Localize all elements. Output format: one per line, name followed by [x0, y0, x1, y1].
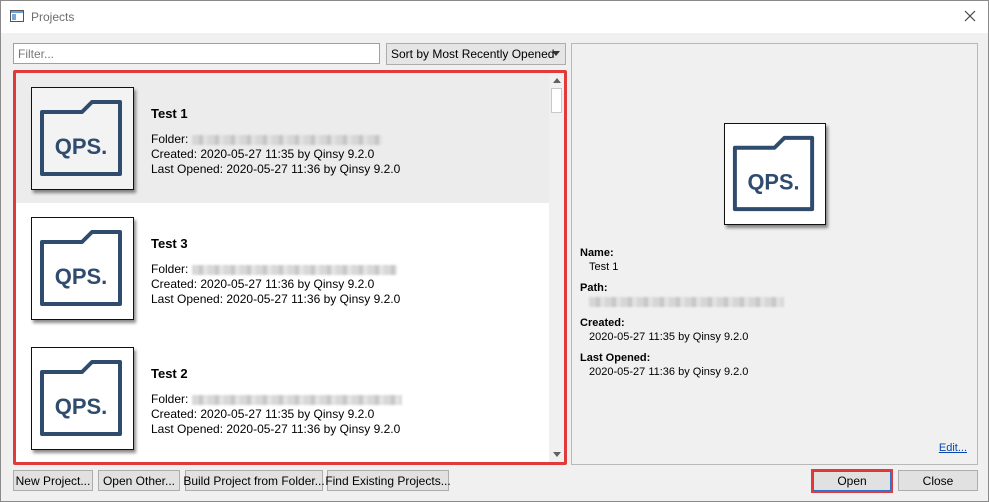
project-meta: Folder: Created: 2020-05-27 11:35 by Qin…	[151, 132, 400, 177]
arrow-down-icon	[552, 452, 561, 457]
open-button-label: Open	[813, 471, 891, 491]
last-opened-label: Last Opened:	[580, 352, 651, 364]
scrollbar-thumb[interactable]	[551, 88, 562, 113]
window-icon	[10, 10, 24, 22]
last-opened-text: Last Opened: 2020-05-27 11:36 by Qinsy 9…	[151, 292, 401, 306]
last-opened-text: Last Opened: 2020-05-27 11:36 by Qinsy 9…	[151, 162, 401, 176]
projects-dialog: Projects Sort by Most Recently Opened QP…	[0, 0, 989, 502]
qps-folder-icon: QPS.	[40, 230, 122, 306]
filter-input[interactable]	[13, 43, 380, 64]
path-value	[589, 296, 784, 308]
svg-text:QPS.: QPS.	[55, 134, 108, 159]
project-name: Test 1	[151, 106, 188, 121]
folder-label: Folder:	[151, 392, 189, 406]
project-meta: Folder: Created: 2020-05-27 11:35 by Qin…	[151, 392, 402, 437]
project-item[interactable]: QPS. Test 3 Folder: Created: 2020-05-27 …	[16, 203, 552, 333]
open-button[interactable]: Open	[811, 469, 893, 493]
sort-dropdown-label: Sort by Most Recently Opened	[391, 47, 555, 61]
close-button[interactable]: Close	[898, 470, 978, 491]
vertical-scrollbar[interactable]	[549, 73, 564, 462]
qps-folder-icon: QPS.	[40, 100, 122, 176]
created-text: Created: 2020-05-27 11:35 by Qinsy 9.2.0	[151, 147, 375, 161]
details-thumbnail: QPS.	[724, 123, 826, 225]
open-other-button[interactable]: Open Other...	[98, 470, 180, 491]
project-thumbnail: QPS.	[31, 347, 134, 450]
project-thumbnail: QPS.	[31, 217, 134, 320]
project-name: Test 2	[151, 366, 188, 381]
created-text: Created: 2020-05-27 11:36 by Qinsy 9.2.0	[151, 277, 375, 291]
edit-link[interactable]: Edit...	[939, 442, 967, 454]
scroll-down-button[interactable]	[549, 447, 564, 462]
folder-label: Folder:	[151, 262, 189, 276]
folder-label: Folder:	[151, 132, 189, 146]
created-text: Created: 2020-05-27 11:35 by Qinsy 9.2.0	[151, 407, 375, 421]
folder-path-redacted	[191, 394, 402, 405]
folder-path-redacted	[191, 134, 382, 145]
project-item[interactable]: QPS. Test 2 Folder: Created: 2020-05-27 …	[16, 333, 552, 462]
build-project-from-folder-button[interactable]: Build Project from Folder...	[183, 470, 325, 491]
window-title: Projects	[31, 10, 75, 24]
last-opened-value: 2020-05-27 11:36 by Qinsy 9.2.0	[589, 366, 749, 378]
arrow-up-icon	[552, 78, 561, 83]
title-bar: Projects	[1, 1, 988, 33]
created-label: Created:	[580, 317, 625, 329]
qps-folder-icon: QPS.	[40, 360, 122, 436]
chevron-down-icon	[552, 51, 560, 56]
project-name: Test 3	[151, 236, 188, 251]
project-list[interactable]: QPS. Test 1 Folder: Created: 2020-05-27 …	[13, 70, 567, 465]
close-icon[interactable]	[960, 6, 980, 26]
qps-folder-icon: QPS.	[732, 135, 815, 212]
project-details-panel: QPS. Name: Test 1 Path: Created: 2020-05…	[571, 43, 978, 465]
project-thumbnail: QPS.	[31, 87, 134, 190]
new-project-button[interactable]: New Project...	[13, 470, 93, 491]
project-meta: Folder: Created: 2020-05-27 11:36 by Qin…	[151, 262, 400, 307]
path-redacted	[589, 297, 784, 308]
svg-text:QPS.: QPS.	[55, 264, 108, 289]
name-label: Name:	[580, 247, 614, 259]
created-value: 2020-05-27 11:35 by Qinsy 9.2.0	[589, 331, 749, 343]
scroll-up-button[interactable]	[549, 73, 564, 88]
last-opened-text: Last Opened: 2020-05-27 11:36 by Qinsy 9…	[151, 422, 401, 436]
name-value: Test 1	[589, 261, 619, 273]
project-item[interactable]: QPS. Test 1 Folder: Created: 2020-05-27 …	[16, 73, 552, 203]
svg-text:QPS.: QPS.	[55, 394, 108, 419]
path-label: Path:	[580, 282, 608, 294]
sort-dropdown[interactable]: Sort by Most Recently Opened	[386, 43, 566, 65]
svg-text:QPS.: QPS.	[748, 169, 800, 194]
folder-path-redacted	[191, 264, 397, 275]
find-existing-projects-button[interactable]: Find Existing Projects...	[325, 470, 451, 491]
